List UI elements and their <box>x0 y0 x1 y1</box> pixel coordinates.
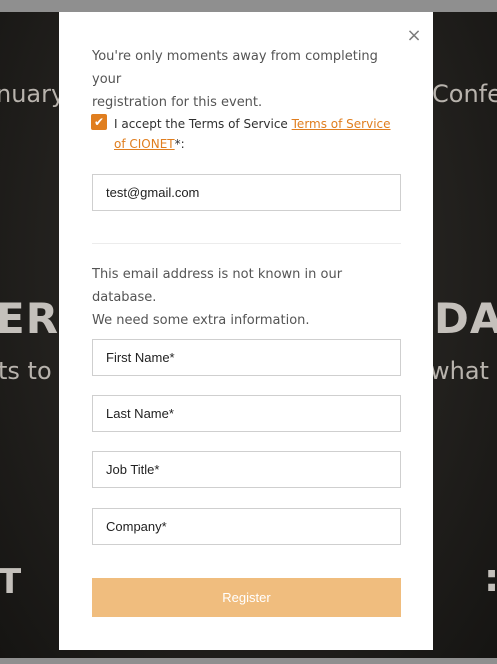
overlay-top-bar <box>0 0 497 12</box>
company-field[interactable]: Company* <box>92 508 401 545</box>
intro-text: You're only moments away from completing… <box>92 45 402 114</box>
background-heading: DAT <box>434 294 497 343</box>
background-text: what l <box>430 357 497 385</box>
notice-line: We need some extra information. <box>92 313 310 328</box>
overlay-bottom-bar <box>0 658 497 664</box>
terms-checkbox[interactable]: ✔ <box>91 114 107 130</box>
intro-line: You're only moments away from completing… <box>92 49 378 87</box>
background-text: Confe <box>432 80 497 108</box>
email-field[interactable]: test@gmail.com <box>92 174 401 211</box>
notice-line: This email address is not known in our d… <box>92 267 343 305</box>
register-button[interactable]: Register <box>92 578 401 617</box>
terms-suffix: *: <box>174 137 185 151</box>
first-name-placeholder: First Name* <box>106 350 175 365</box>
intro-line: registration for this event. <box>92 95 263 110</box>
company-placeholder: Company* <box>106 519 167 534</box>
job-title-placeholder: Job Title* <box>106 462 160 477</box>
first-name-field[interactable]: First Name* <box>92 339 401 376</box>
background-text: : <box>484 556 497 600</box>
terms-prefix: I accept the Terms of Service <box>114 117 292 131</box>
terms-label: I accept the Terms of Service Terms of S… <box>114 114 404 154</box>
job-title-field[interactable]: Job Title* <box>92 451 401 488</box>
background-text: T <box>0 562 22 602</box>
background-text: ts to <box>0 357 52 385</box>
close-icon[interactable]: × <box>404 26 424 46</box>
background-text: nuary <box>0 80 66 108</box>
divider <box>92 243 401 244</box>
last-name-field[interactable]: Last Name* <box>92 395 401 432</box>
last-name-placeholder: Last Name* <box>106 406 174 421</box>
notice-text: This email address is not known in our d… <box>92 263 402 332</box>
email-value: test@gmail.com <box>106 185 200 200</box>
background-heading: ER <box>0 294 60 343</box>
